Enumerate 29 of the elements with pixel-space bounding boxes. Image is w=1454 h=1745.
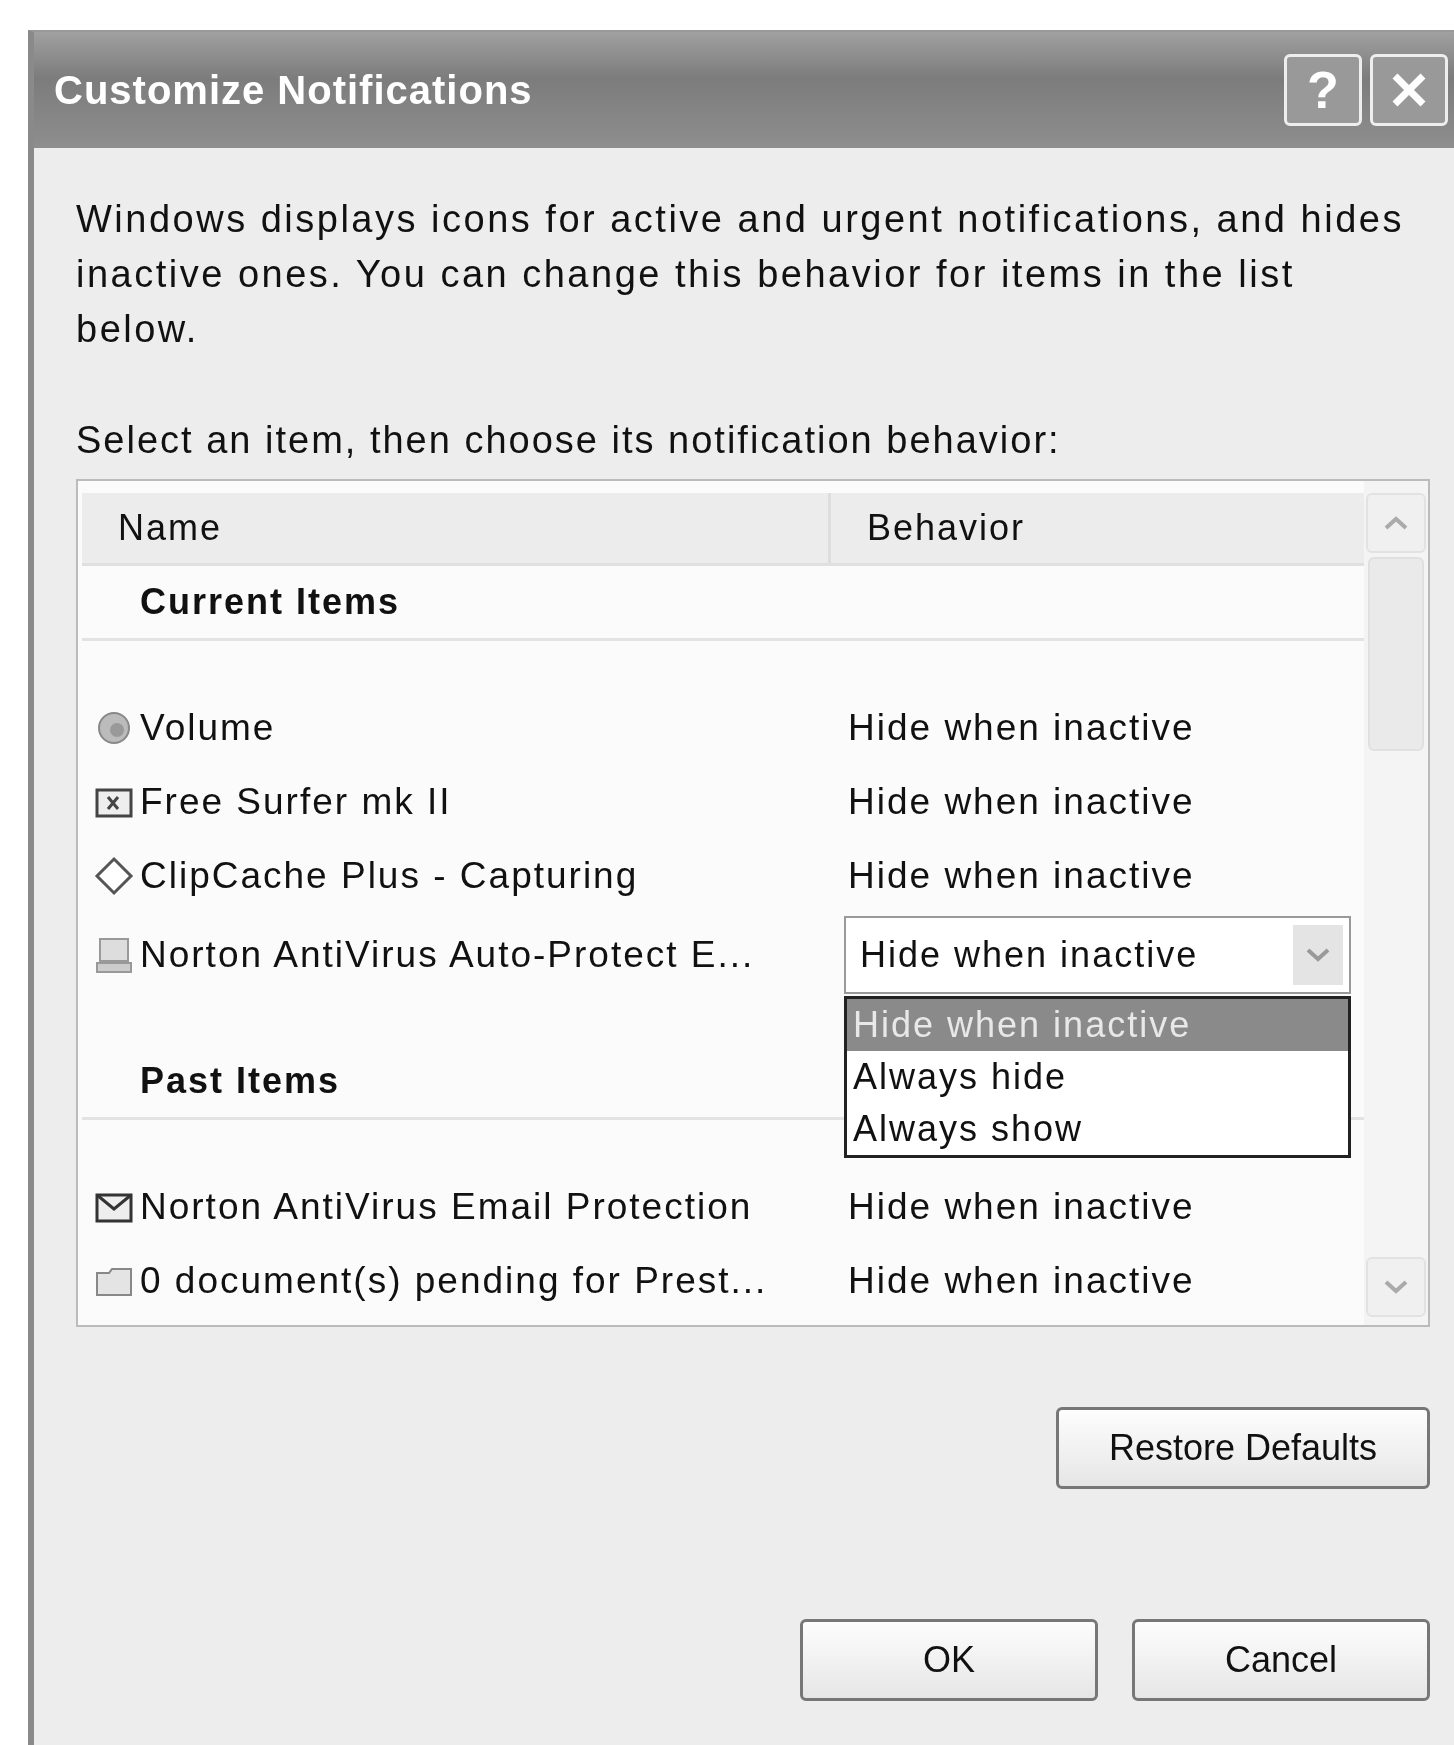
item-name[interactable]: 0 document(s) pending for Prest... bbox=[140, 1260, 768, 1302]
scroll-up-icon[interactable] bbox=[1366, 493, 1426, 553]
behavior-text[interactable]: Hide when inactive bbox=[838, 855, 1195, 897]
group-title: Current Items bbox=[139, 581, 401, 623]
diamond-icon bbox=[94, 856, 134, 896]
behavior-text[interactable]: Hide when inactive bbox=[838, 781, 1195, 823]
behavior-text[interactable]: Hide when inactive bbox=[838, 1186, 1195, 1228]
group-title: Past Items bbox=[139, 1060, 341, 1102]
dropdown-option[interactable]: Always show bbox=[847, 1103, 1348, 1155]
computer-icon bbox=[94, 935, 134, 975]
scroll-down-icon[interactable] bbox=[1366, 1257, 1426, 1317]
column-header[interactable]: Name bbox=[82, 493, 831, 563]
column-header[interactable]: Behavior bbox=[831, 493, 1026, 563]
item-name[interactable]: ClipCache Plus - Capturing bbox=[140, 855, 639, 897]
item-name[interactable]: Norton AntiVirus Email Protection bbox=[140, 1186, 753, 1228]
description-text: Windows displays icons for active and urgent notifications, and hides inactive ones. You can change this behavior for items in the list below. bbox=[76, 197, 1405, 352]
ok-button[interactable]: OK bbox=[800, 1619, 1098, 1701]
item-name[interactable]: Volume bbox=[140, 707, 276, 749]
restore-defaults-button[interactable]: Restore Defaults bbox=[1056, 1407, 1430, 1489]
behavior-text[interactable]: Hide when inactive bbox=[838, 707, 1195, 749]
instruction-text: Select an item, then choose its notification behavior: bbox=[76, 418, 1062, 463]
window-title: Customize Notifications bbox=[54, 67, 533, 113]
scrollbar[interactable] bbox=[1364, 481, 1428, 1325]
close-button[interactable] bbox=[1370, 54, 1448, 126]
dropdown-option[interactable]: Always hide bbox=[847, 1051, 1348, 1103]
behavior-text[interactable]: Hide when inactive bbox=[838, 1260, 1195, 1302]
item-name[interactable]: Free Surfer mk II bbox=[140, 781, 452, 823]
cancel-button[interactable]: Cancel bbox=[1132, 1619, 1430, 1701]
item-name[interactable]: Norton AntiVirus Auto-Protect E... bbox=[140, 934, 755, 976]
